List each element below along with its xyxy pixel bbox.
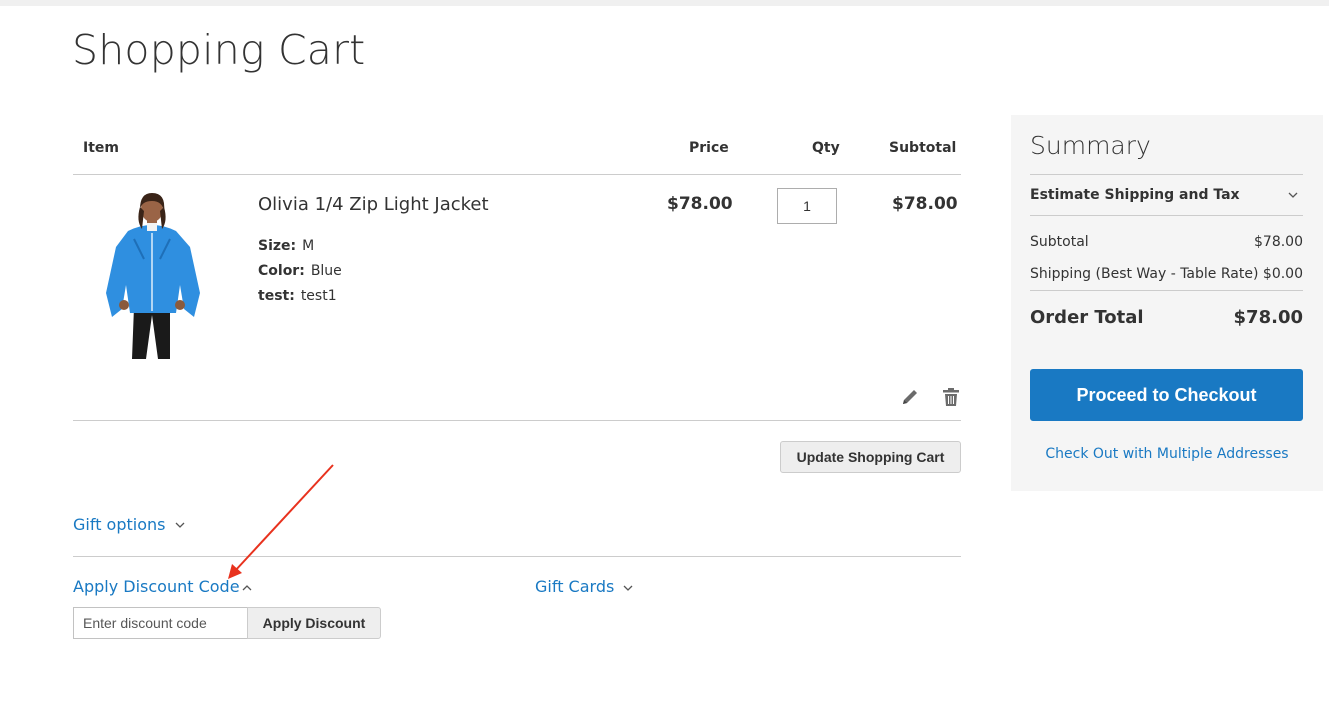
chevron-down-icon[interactable] (1288, 190, 1298, 200)
discount-toggle[interactable]: Apply Discount Code (73, 577, 240, 596)
qty-input[interactable] (777, 188, 837, 224)
chevron-down-icon[interactable] (175, 520, 185, 530)
summary-shipping-value: $0.00 (1262, 266, 1303, 282)
product-option-size: Size: M (258, 238, 314, 254)
summary-shipping-label: Shipping (Best Way - Table Rate) (1030, 266, 1259, 282)
option-value: test1 (300, 288, 337, 304)
option-label: Size: (258, 238, 297, 254)
proceed-to-checkout-button[interactable]: Proceed to Checkout (1030, 369, 1303, 421)
item-subtotal: $78.00 (892, 194, 958, 214)
gift-options-label: Gift options (73, 515, 166, 534)
gift-cards-toggle[interactable]: Gift Cards (535, 577, 614, 596)
discount-label: Apply Discount Code (73, 577, 240, 596)
product-image[interactable] (84, 189, 220, 361)
pencil-icon[interactable] (899, 386, 921, 408)
order-total-value: $78.00 (1233, 307, 1303, 328)
option-label: test: (258, 288, 295, 304)
product-option-color: Color: Blue (258, 263, 342, 279)
column-header-subtotal: Subtotal (889, 140, 957, 156)
column-header-qty: Qty (812, 140, 840, 156)
item-price: $78.00 (667, 194, 733, 214)
gift-cards-label: Gift Cards (535, 577, 615, 596)
summary-subtotal-value: $78.00 (1254, 234, 1303, 250)
discount-code-input[interactable] (73, 607, 248, 639)
product-option-test: test: test1 (258, 288, 337, 304)
summary-divider (1030, 290, 1303, 291)
page-title: Shopping Cart (72, 26, 366, 74)
annotation-arrow (228, 464, 334, 579)
chevron-down-icon[interactable] (623, 583, 633, 593)
summary-panel: Summary Estimate Shipping and Tax Subtot… (1011, 115, 1323, 491)
product-name[interactable]: Olivia 1/4 Zip Light Jacket (258, 194, 489, 215)
column-header-price: Price (689, 140, 729, 156)
top-bar (0, 0, 1329, 6)
option-value: Blue (310, 263, 342, 279)
estimate-shipping-toggle[interactable]: Estimate Shipping and Tax (1030, 187, 1240, 203)
header-divider (73, 174, 961, 175)
section-divider (73, 556, 961, 557)
multiple-addresses-link[interactable]: Check Out with Multiple Addresses (1011, 446, 1323, 462)
summary-divider (1030, 215, 1303, 216)
update-cart-button[interactable]: Update Shopping Cart (780, 441, 961, 473)
summary-title: Summary (1030, 131, 1151, 160)
summary-subtotal-label: Subtotal (1030, 234, 1089, 250)
option-value: M (302, 238, 315, 254)
trash-icon[interactable] (940, 386, 962, 408)
summary-divider (1030, 174, 1303, 175)
apply-discount-button[interactable]: Apply Discount (247, 607, 381, 639)
column-header-item: Item (83, 140, 119, 156)
item-divider (73, 420, 961, 421)
gift-options-toggle[interactable]: Gift options (73, 515, 165, 534)
option-label: Color: (258, 263, 305, 279)
order-total-label: Order Total (1030, 307, 1144, 328)
